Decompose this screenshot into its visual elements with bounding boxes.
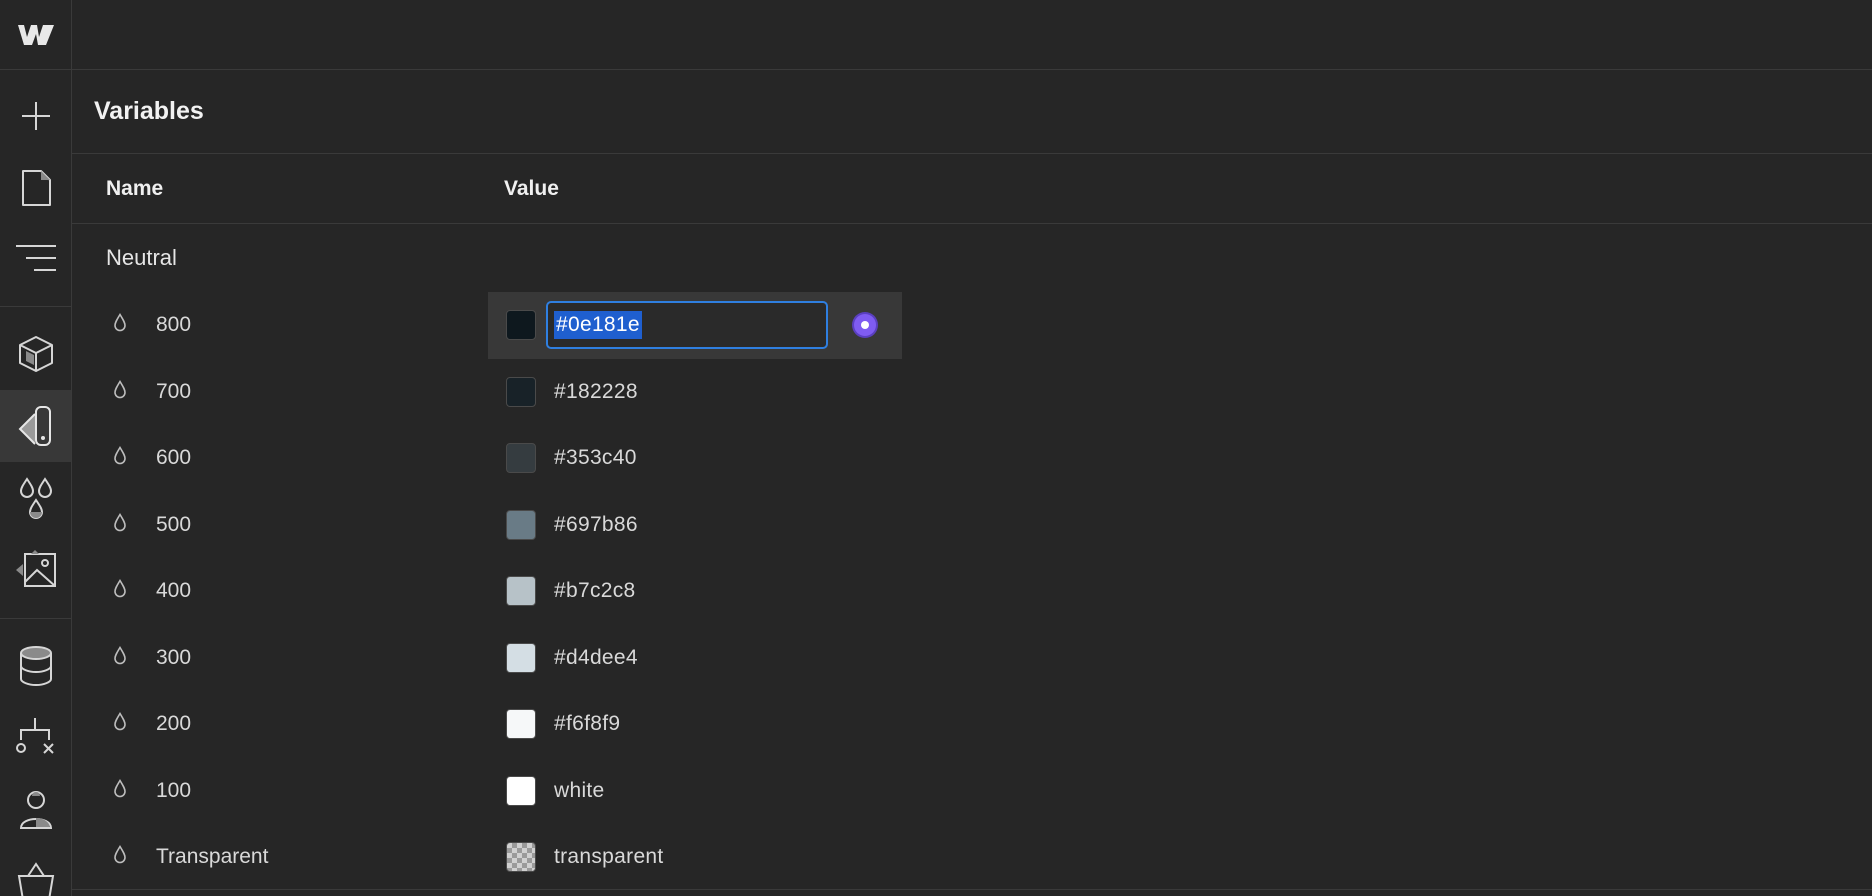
group-label: Neutral [106,245,177,270]
panel-header: Variables [72,70,1872,154]
color-variable-icon [112,645,128,670]
color-swatch[interactable] [506,576,536,607]
variables-icon [19,477,52,519]
variable-name[interactable]: 400 [156,579,191,603]
webflow-logo[interactable] [0,0,71,70]
style-manager-button[interactable] [0,390,71,462]
add-icon [21,102,50,130]
variable-name[interactable]: 700 [156,380,191,404]
color-swatch[interactable] [506,775,536,806]
ecommerce-button[interactable] [0,846,71,896]
variables-panel: Variables Name Value Neutral 800 #0e181e 7… [72,70,1872,896]
variable-value[interactable]: #697b86 [554,513,638,537]
bind-variable-button[interactable] [854,314,876,337]
left-toolbar [0,0,72,896]
color-swatch[interactable] [506,310,536,341]
color-swatch[interactable] [506,443,536,474]
sidebar-divider [0,618,71,619]
variable-value[interactable]: white [554,779,605,803]
color-swatch[interactable] [506,642,536,673]
logic-button[interactable] [0,702,71,774]
variable-value[interactable]: #f6f8f9 [554,712,620,736]
variable-row[interactable]: 500 #697b86 [72,492,1872,559]
selected-value-text: #0e181e [554,311,642,340]
variable-name[interactable]: 500 [156,513,191,537]
variable-row[interactable]: 300 #d4dee4 [72,625,1872,692]
column-header-value: Value [504,176,559,200]
users-button[interactable] [0,774,71,846]
variable-name[interactable]: 200 [156,712,191,736]
color-variable-icon [112,712,128,737]
variable-name[interactable]: Transparent [156,845,268,869]
variable-name[interactable]: 100 [156,779,191,803]
column-header-name: Name [106,176,164,200]
variable-value[interactable]: #353c40 [554,446,637,470]
variable-row[interactable]: Transparent transparent [72,824,1872,891]
sidebar-divider [0,306,71,307]
variables-button[interactable] [0,462,71,534]
variable-row[interactable]: 400 #b7c2c8 [72,558,1872,625]
panel-title: Variables [94,97,204,125]
navigator-button[interactable] [0,222,71,294]
cms-icon [19,646,52,687]
variable-value[interactable]: #182228 [554,380,638,404]
variable-row[interactable]: 600 #353c40 [72,425,1872,492]
color-variable-icon [112,845,128,870]
logic-icon [15,718,54,754]
style-manager-icon [18,406,51,446]
cms-button[interactable] [0,630,71,702]
variable-name[interactable]: 300 [156,646,191,670]
variable-value-input[interactable]: #0e181e [546,301,828,350]
color-variable-icon [112,579,128,604]
variable-name[interactable]: 600 [156,446,191,470]
navigator-icon [15,245,56,271]
color-variable-icon [112,512,128,537]
color-swatch[interactable] [506,709,536,740]
variable-value[interactable]: #b7c2c8 [554,579,636,603]
variable-value[interactable]: transparent [554,845,664,869]
webflow-logo-icon [17,24,54,45]
components-icon [18,336,53,372]
variable-name[interactable]: 800 [156,313,191,337]
panel-bottom-border [72,889,1872,890]
variable-row[interactable]: 100 white [72,758,1872,825]
variable-row[interactable]: 200 #f6f8f9 [72,691,1872,758]
color-swatch[interactable] [506,376,536,407]
page-icon [21,170,51,206]
users-icon [19,791,52,829]
variable-group-neutral[interactable]: Neutral [72,224,1872,292]
variable-value[interactable]: #d4dee4 [554,646,638,670]
top-bar [72,0,1872,70]
assets-icon [15,550,56,587]
variable-row[interactable]: 700 #182228 [72,359,1872,426]
pages-button[interactable] [0,152,71,224]
color-variable-icon [112,379,128,404]
add-button[interactable] [0,80,71,152]
assets-button[interactable] [0,534,71,606]
color-swatch[interactable] [506,509,536,540]
ecommerce-icon [17,862,54,896]
color-variable-icon [112,778,128,803]
color-swatch[interactable] [506,842,536,873]
components-button[interactable] [0,318,71,390]
variable-list: 800 #0e181e 700 #182228 600 #353c40 500 #697b86… [72,292,1872,891]
color-variable-icon [112,446,128,471]
column-header-row: Name Value [72,154,1872,224]
variables-app: Variables Name Value Neutral 800 #0e181e 7… [0,0,1872,896]
color-variable-icon [112,313,128,338]
variable-row[interactable]: 800 #0e181e [72,292,1872,359]
